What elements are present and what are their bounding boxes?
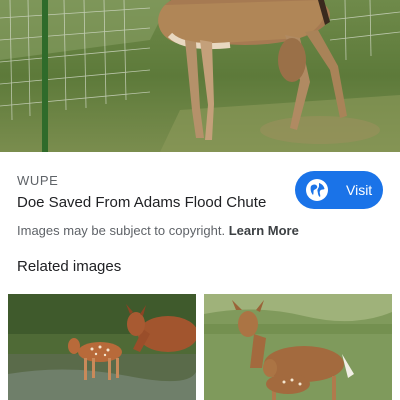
main-image-deer[interactable] bbox=[0, 0, 400, 152]
image-title[interactable]: Doe Saved From Adams Flood Chute bbox=[17, 194, 266, 211]
learn-more-link[interactable]: Learn More bbox=[229, 223, 299, 238]
visit-label: Visit bbox=[346, 182, 373, 198]
copyright-notice: Images may be subject to copyright. Lear… bbox=[17, 223, 299, 238]
source-name: WUPE bbox=[17, 173, 59, 188]
copyright-text: Images may be subject to copyright. bbox=[17, 223, 226, 238]
related-image-thumbnail[interactable] bbox=[8, 294, 196, 400]
visit-button[interactable]: Visit bbox=[295, 171, 383, 209]
related-image-thumbnail[interactable] bbox=[204, 294, 392, 400]
related-images-heading: Related images bbox=[17, 258, 122, 275]
globe-icon bbox=[306, 179, 328, 201]
